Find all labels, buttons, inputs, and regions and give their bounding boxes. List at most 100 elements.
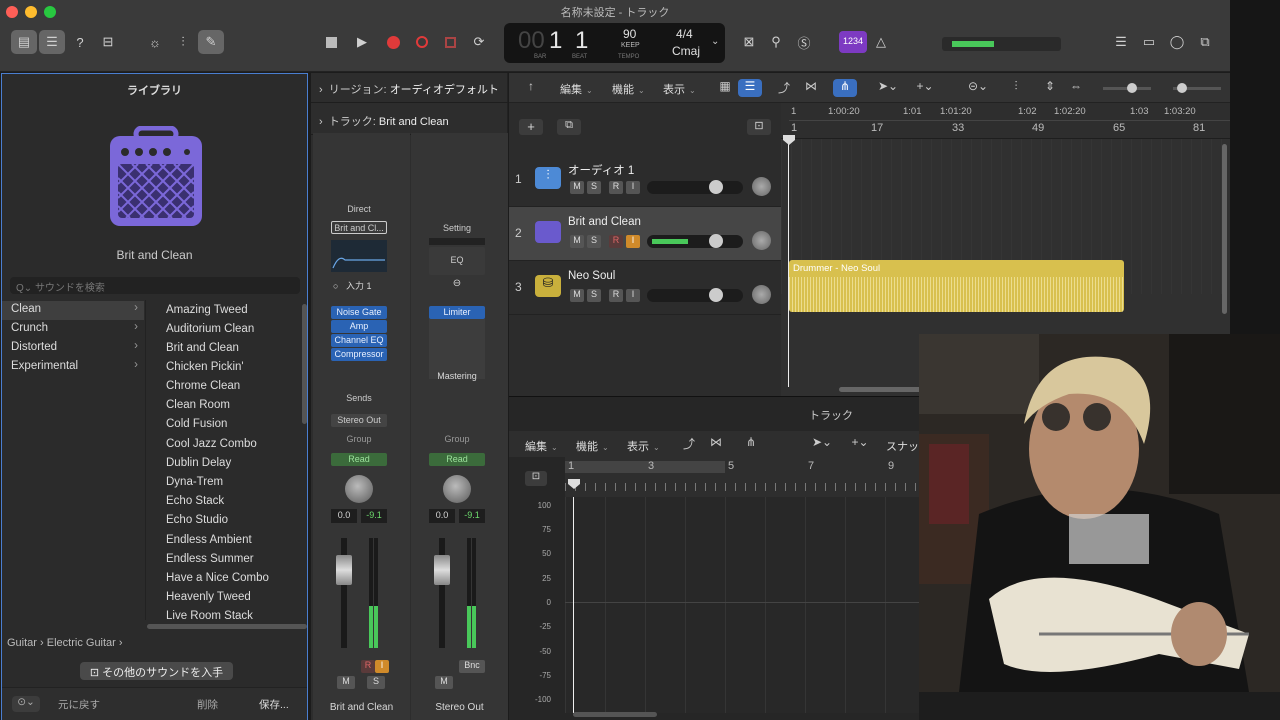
count-in-button[interactable]: 1234 xyxy=(839,31,867,53)
snap-menu[interactable]: スナッ xyxy=(886,438,919,454)
track-row-selected[interactable]: 2 Brit and Clean M S R I xyxy=(509,207,781,261)
function-menu[interactable]: 機能 ⌄ xyxy=(612,81,645,97)
mute-button[interactable]: M xyxy=(435,676,453,689)
track-record-button[interactable]: R xyxy=(609,289,623,302)
editor-global-button[interactable]: ⊡ xyxy=(525,471,547,486)
notepad-button[interactable]: ▭ xyxy=(1136,30,1162,54)
bounce-button[interactable]: Bnc xyxy=(459,660,485,673)
output-slot[interactable]: Stereo Out xyxy=(331,414,387,427)
peak-value[interactable]: -9.1 xyxy=(459,509,485,523)
loop-browser-button[interactable]: ◯ xyxy=(1164,30,1190,54)
track-volume-slider[interactable] xyxy=(647,180,743,194)
eq-thumbnail[interactable] xyxy=(331,240,387,272)
track-pan-knob[interactable] xyxy=(752,285,771,304)
quick-help-button[interactable]: ? xyxy=(67,30,93,54)
sound-item[interactable]: Endless Ambient xyxy=(166,534,252,553)
snap-icon[interactable]: ⊝⌄ xyxy=(963,79,993,97)
setting-slot[interactable]: Setting xyxy=(429,222,485,235)
delete-button[interactable]: 削除 xyxy=(197,697,218,712)
automation-icon[interactable]: ⤴ xyxy=(772,79,796,97)
editor-function-menu[interactable]: 機能 ⌄ xyxy=(576,438,609,454)
breadcrumb-electric-guitar[interactable]: Electric Guitar xyxy=(47,637,116,649)
flex-icon[interactable]: ⋈ xyxy=(799,79,823,97)
solo-button[interactable]: Ⓢ xyxy=(791,30,817,54)
group-slot[interactable]: Group xyxy=(429,433,485,446)
mixer-button[interactable]: ⫶ xyxy=(170,30,196,54)
category-distorted[interactable]: Distorted › xyxy=(2,339,144,358)
plugin-limiter[interactable]: Limiter xyxy=(429,306,485,319)
category-clean[interactable]: Clean › xyxy=(2,301,144,320)
flex-icon[interactable]: ⋈ xyxy=(704,435,728,453)
list-editors-button[interactable]: ☰ xyxy=(1108,30,1134,54)
record-button[interactable] xyxy=(380,30,406,54)
link-icon[interactable]: ⊖ xyxy=(429,278,485,289)
plugin-amp[interactable]: Amp xyxy=(331,320,387,333)
stop-button[interactable] xyxy=(318,30,344,54)
track-mute-button[interactable]: M xyxy=(570,235,584,248)
sound-item-selected[interactable]: Brit and Clean xyxy=(166,342,239,361)
track-volume-slider[interactable] xyxy=(647,234,743,248)
plugin-noise-gate[interactable]: Noise Gate xyxy=(331,306,387,319)
track-volume-slider[interactable] xyxy=(647,288,743,302)
sound-item[interactable]: Chicken Pickin' xyxy=(166,361,244,380)
track-solo-button[interactable]: S xyxy=(587,289,601,302)
sound-item[interactable]: Echo Stack xyxy=(166,495,224,514)
direct-label[interactable]: Direct xyxy=(331,203,387,216)
track-input-monitor-button[interactable]: I xyxy=(626,235,640,248)
sound-item[interactable]: Cool Jazz Combo xyxy=(166,438,257,457)
region-inspector-header[interactable]: › リージョン: オーディオデフォルト xyxy=(311,73,508,103)
peak-value[interactable]: -9.1 xyxy=(361,509,387,523)
horizontal-zoom-slider[interactable] xyxy=(1173,83,1221,93)
revert-button[interactable]: 元に戻す xyxy=(58,697,100,712)
cycle-area[interactable] xyxy=(565,461,725,473)
save-button[interactable]: 保存... xyxy=(259,697,289,712)
metronome-button[interactable]: △ xyxy=(868,30,894,54)
waveform-zoom-icon[interactable]: ⫶ xyxy=(1004,79,1028,97)
track-name[interactable]: Neo Soul xyxy=(568,270,615,282)
plus-tool-icon[interactable]: +⌄ xyxy=(845,435,875,453)
group-slot[interactable]: Group xyxy=(331,433,387,446)
empty-plugin-area[interactable] xyxy=(429,319,485,379)
inspector-toggle-button[interactable]: ☰ xyxy=(39,30,65,54)
breadcrumb-guitar[interactable]: Guitar xyxy=(7,637,37,649)
plugin-channel-eq[interactable]: Channel EQ xyxy=(331,334,387,347)
edit-menu[interactable]: 編集 ⌄ xyxy=(560,81,593,97)
drummer-region[interactable]: Drummer - Neo Soul xyxy=(789,260,1124,312)
sound-item[interactable]: Heavenly Tweed xyxy=(166,591,251,610)
browsers-button[interactable]: ⧉ xyxy=(1192,30,1218,54)
playhead[interactable] xyxy=(573,497,574,713)
slider-thumb[interactable] xyxy=(709,234,723,248)
editors-button[interactable]: ✎ xyxy=(198,30,224,54)
duplicate-track-button[interactable]: ⧉ xyxy=(557,119,581,135)
smart-controls-button[interactable]: ☼ xyxy=(142,30,168,54)
track-name[interactable]: Brit and Clean xyxy=(568,216,641,228)
fit-horizontal-icon[interactable]: ⇔ xyxy=(1064,79,1088,97)
toolbar-toggle-button[interactable]: ⊟ xyxy=(95,30,121,54)
replace-record-button[interactable] xyxy=(409,30,435,54)
sound-item[interactable]: Live Room Stack xyxy=(166,610,253,629)
up-arrow-icon[interactable]: ↑ xyxy=(519,79,543,97)
audio-editor-canvas[interactable] xyxy=(565,497,919,713)
automation-icon[interactable]: ⤴ xyxy=(677,435,701,453)
fader-handle[interactable] xyxy=(434,555,450,585)
cycle-button[interactable]: ⟳ xyxy=(466,30,492,54)
track-record-button[interactable]: R xyxy=(609,181,623,194)
track-row[interactable]: 1 ⫶ オーディオ 1 M S R I xyxy=(509,153,781,207)
vertical-zoom-slider[interactable] xyxy=(1103,83,1151,93)
timeline-ruler[interactable]: 1 1:00:20 1:01 1:01:20 1:02 1:02:20 1:03… xyxy=(781,103,1230,139)
track-inspector-header[interactable]: › トラック: Brit and Clean xyxy=(311,105,508,135)
low-latency-button[interactable]: ⊠ xyxy=(736,30,762,54)
editor-view-menu[interactable]: 表示 ⌄ xyxy=(627,438,660,454)
sound-item[interactable]: Have a Nice Combo xyxy=(166,572,269,591)
sound-item[interactable]: Dublin Delay xyxy=(166,457,231,476)
sound-item[interactable]: Auditorium Clean xyxy=(166,323,254,342)
lcd-display[interactable]: 00 1 1 BAR BEAT 90 KEEP TEMPO 4/4 Cmaj ⌄ xyxy=(504,23,725,63)
mute-button[interactable]: M xyxy=(337,676,355,689)
input-monitor-button[interactable]: I xyxy=(375,660,389,673)
sound-item[interactable]: Cold Fusion xyxy=(166,418,227,437)
editor-edit-menu[interactable]: 編集 ⌄ xyxy=(525,438,558,454)
global-tracks-button[interactable]: ⊡ xyxy=(747,119,771,135)
pointer-tool-icon[interactable]: ➤⌄ xyxy=(873,79,903,97)
sounds-scrollbar[interactable] xyxy=(302,304,307,424)
slider-thumb[interactable] xyxy=(709,288,723,302)
